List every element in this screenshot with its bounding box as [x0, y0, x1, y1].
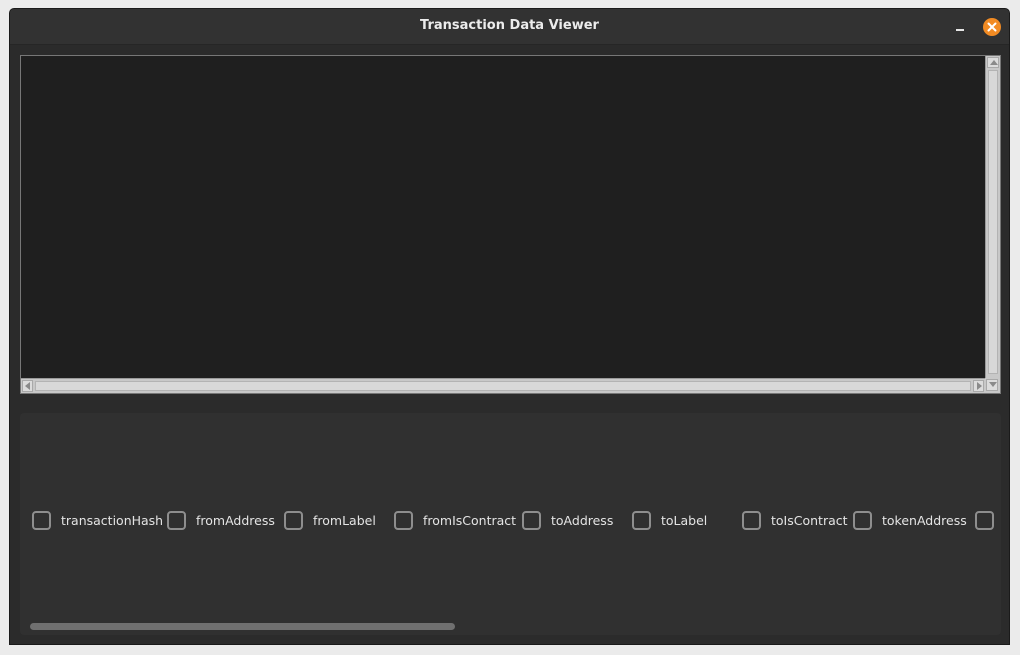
checkbox-box[interactable]: [975, 510, 994, 530]
checkbox-box[interactable]: [284, 510, 303, 530]
scroll-left-button[interactable]: [22, 380, 33, 392]
checkbox-panel-scrollbar[interactable]: [30, 623, 455, 630]
scroll-right-button[interactable]: [973, 380, 984, 392]
checkbox-fromaddress[interactable]: fromAddress: [167, 508, 275, 532]
data-text-area[interactable]: [20, 55, 1001, 394]
checkbox-box[interactable]: [32, 510, 51, 530]
checkbox-partial[interactable]: [975, 508, 1001, 532]
text-area-content[interactable]: [21, 56, 985, 378]
arrow-right-icon: [977, 382, 982, 390]
scroll-down-button[interactable]: [986, 379, 998, 391]
app-window: Transaction Data Viewer transactionHash …: [9, 8, 1010, 645]
horizontal-scrollbar[interactable]: [21, 378, 985, 393]
column-selector-panel: transactionHash fromAddress fromLabel fr…: [20, 413, 1001, 635]
scroll-corner: [985, 378, 1000, 393]
checkbox-box[interactable]: [742, 510, 761, 530]
close-button[interactable]: [983, 18, 1001, 36]
window-title: Transaction Data Viewer: [420, 18, 599, 33]
checkbox-label: toAddress: [551, 512, 614, 528]
checkbox-label: fromLabel: [313, 512, 376, 528]
minimize-button[interactable]: [952, 18, 970, 36]
checkbox-label: fromIsContract: [423, 512, 517, 528]
arrow-up-icon: [990, 60, 998, 65]
scroll-up-button[interactable]: [987, 57, 999, 68]
vertical-scrollbar[interactable]: [985, 56, 1000, 378]
checkbox-fromlabel[interactable]: fromLabel: [284, 508, 376, 532]
vertical-scroll-thumb[interactable]: [988, 70, 998, 374]
close-icon: [987, 22, 997, 32]
checkbox-box[interactable]: [394, 510, 413, 530]
checkbox-label: tokenAddress: [882, 512, 967, 528]
checkbox-box[interactable]: [853, 510, 872, 530]
arrow-down-icon: [989, 382, 997, 387]
checkbox-toaddress[interactable]: toAddress: [522, 508, 613, 532]
checkbox-label: transactionHash: [61, 512, 164, 528]
checkbox-box[interactable]: [167, 510, 186, 530]
checkbox-fromiscontract[interactable]: fromIsContract: [394, 508, 516, 532]
checkbox-box[interactable]: [632, 510, 651, 530]
checkbox-box[interactable]: [522, 510, 541, 530]
checkbox-tokenaddress[interactable]: tokenAddress: [853, 508, 967, 532]
checkbox-label: fromAddress: [196, 512, 275, 528]
checkbox-label: toLabel: [661, 512, 708, 528]
checkbox-toiscontract[interactable]: toIsContract: [742, 508, 848, 532]
checkbox-tolabel[interactable]: toLabel: [632, 508, 707, 532]
checkbox-label: toIsContract: [771, 512, 848, 528]
title-bar[interactable]: Transaction Data Viewer: [10, 9, 1009, 45]
horizontal-scroll-thumb[interactable]: [35, 381, 971, 391]
checkbox-transactionhash[interactable]: transactionHash: [32, 508, 163, 532]
arrow-left-icon: [25, 382, 30, 390]
